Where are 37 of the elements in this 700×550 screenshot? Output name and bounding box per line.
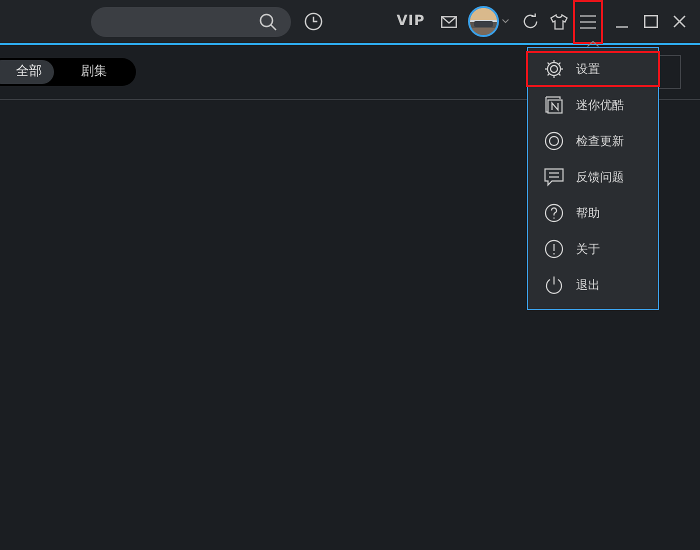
- menu-item-label: 设置: [576, 61, 600, 78]
- menu-item-label: 退出: [576, 277, 600, 294]
- exclamation-icon: [544, 239, 564, 259]
- power-icon: [544, 275, 564, 295]
- menu-icon: [580, 14, 596, 28]
- caret-up-icon: [587, 41, 599, 47]
- ring-icon: [544, 131, 564, 151]
- menu-item[interactable]: 关于: [528, 231, 658, 267]
- shirt-icon[interactable]: [550, 14, 568, 30]
- search-field[interactable]: [91, 6, 291, 36]
- menu-item[interactable]: 帮助: [528, 195, 658, 231]
- speech-bubble-icon: [544, 167, 564, 187]
- filter-tab[interactable]: 全部: [0, 60, 54, 84]
- close-icon[interactable]: [673, 15, 686, 28]
- menu-item-label: 关于: [576, 241, 600, 258]
- maximize-icon[interactable]: [644, 15, 658, 28]
- avatar[interactable]: [468, 6, 499, 37]
- search-icon: [259, 12, 277, 30]
- menu-item-label: 反馈问题: [576, 169, 624, 186]
- menu-item[interactable]: 迷你优酷: [528, 87, 658, 123]
- menu-item[interactable]: 反馈问题: [528, 159, 658, 195]
- chevron-down-icon[interactable]: [502, 19, 509, 24]
- clock-icon[interactable]: [304, 12, 323, 31]
- vip-link[interactable]: VIP: [396, 11, 425, 32]
- gear-icon: [544, 59, 564, 79]
- menu-item[interactable]: 设置: [526, 51, 660, 87]
- filter-tab[interactable]: 剧集: [54, 60, 134, 84]
- menu-item[interactable]: 检查更新: [528, 123, 658, 159]
- menu-item-label: 帮助: [576, 205, 600, 222]
- menu-item-label: 检查更新: [576, 133, 624, 150]
- mini-window-icon: [544, 95, 564, 115]
- menu-item[interactable]: 退出: [528, 267, 658, 303]
- menu-item-label: 迷你优酷: [576, 97, 624, 114]
- help-icon: [544, 203, 564, 223]
- menu-button[interactable]: [573, 0, 603, 44]
- refresh-icon[interactable]: [522, 13, 539, 30]
- mail-icon[interactable]: [441, 16, 457, 28]
